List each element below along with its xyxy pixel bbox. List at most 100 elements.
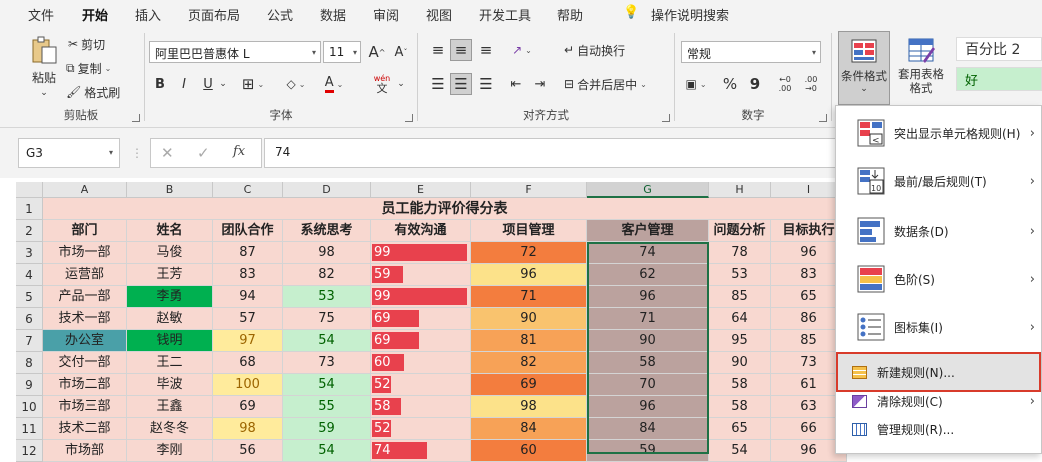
align-right-icon[interactable]: ☰ bbox=[476, 73, 496, 95]
row-header-1[interactable]: 1 bbox=[16, 198, 43, 220]
data-cell[interactable]: 69 bbox=[471, 374, 587, 396]
fill-color-button[interactable]: ◇ ⌄ bbox=[279, 73, 313, 95]
data-cell[interactable]: 71 bbox=[471, 286, 587, 308]
paste-icon[interactable] bbox=[24, 33, 64, 67]
data-cell[interactable]: 59 bbox=[587, 440, 709, 462]
data-cell[interactable]: 办公室 bbox=[43, 330, 127, 352]
data-cell[interactable]: 71 bbox=[587, 308, 709, 330]
data-cell[interactable]: 96 bbox=[587, 286, 709, 308]
data-cell[interactable]: 59 bbox=[371, 264, 471, 286]
wrap-text-button[interactable]: ↵ 自动换行 bbox=[564, 39, 625, 61]
column-header-A[interactable]: A bbox=[43, 182, 127, 198]
data-cell[interactable]: 65 bbox=[709, 418, 771, 440]
data-cell[interactable]: 98 bbox=[471, 396, 587, 418]
data-cell[interactable]: 54 bbox=[283, 374, 371, 396]
data-cell[interactable]: 55 bbox=[283, 396, 371, 418]
shrink-font-button[interactable]: Aˇ bbox=[391, 41, 411, 63]
style-percent-2[interactable]: 百分比 2 bbox=[956, 37, 1042, 61]
column-header-D[interactable]: D bbox=[283, 182, 371, 198]
align-left-icon[interactable]: ☰ bbox=[428, 73, 448, 95]
menu-highlight-rules[interactable]: < 突出显示单元格规则(H) › bbox=[836, 110, 1041, 156]
increase-indent-icon[interactable]: ⇥ bbox=[530, 73, 550, 95]
font-name-select[interactable]: 阿里巴巴普惠体 L ▾ bbox=[149, 41, 321, 63]
font-launcher-icon[interactable] bbox=[405, 114, 413, 122]
menu-manage-rules[interactable]: 管理规则(R)... bbox=[836, 418, 1041, 440]
data-cell[interactable]: 95 bbox=[709, 330, 771, 352]
data-cell[interactable]: 54 bbox=[283, 440, 371, 462]
data-cell[interactable]: 90 bbox=[709, 352, 771, 374]
data-cell[interactable]: 54 bbox=[709, 440, 771, 462]
row-header-3[interactable]: 3 bbox=[16, 242, 43, 264]
data-cell[interactable]: 96 bbox=[471, 264, 587, 286]
header-cell[interactable]: 部门 bbox=[43, 220, 127, 242]
data-cell[interactable]: 60 bbox=[371, 352, 471, 374]
tab-file[interactable]: 文件 bbox=[28, 5, 54, 24]
column-header-G[interactable]: G bbox=[587, 182, 709, 198]
data-cell[interactable]: 赵敏 bbox=[127, 308, 213, 330]
cancel-icon[interactable]: ✕ bbox=[161, 144, 174, 162]
data-cell[interactable]: 70 bbox=[587, 374, 709, 396]
data-cell[interactable]: 李刚 bbox=[127, 440, 213, 462]
comma-style-button[interactable]: 9 bbox=[745, 73, 765, 95]
data-cell[interactable]: 62 bbox=[587, 264, 709, 286]
grow-font-button[interactable]: A ^ bbox=[367, 41, 387, 63]
data-cell[interactable]: 运营部 bbox=[43, 264, 127, 286]
confirm-icon[interactable]: ✓ bbox=[197, 144, 210, 162]
data-cell[interactable]: 64 bbox=[709, 308, 771, 330]
data-cell[interactable]: 毕波 bbox=[127, 374, 213, 396]
data-cell[interactable]: 王二 bbox=[127, 352, 213, 374]
data-cell[interactable]: 58 bbox=[709, 374, 771, 396]
data-cell[interactable]: 99 bbox=[371, 242, 471, 264]
column-header-F[interactable]: F bbox=[471, 182, 587, 198]
menu-top-bottom-rules[interactable]: 10 最前/最后规则(T) › bbox=[836, 158, 1041, 204]
data-cell[interactable]: 马俊 bbox=[127, 242, 213, 264]
header-cell[interactable]: 团队合作 bbox=[213, 220, 283, 242]
column-header-H[interactable]: H bbox=[709, 182, 771, 198]
data-cell[interactable]: 58 bbox=[587, 352, 709, 374]
row-header-6[interactable]: 6 bbox=[16, 308, 43, 330]
copy-button[interactable]: ⧉ 复制 ⌄ bbox=[66, 59, 111, 77]
row-header-12[interactable]: 12 bbox=[16, 440, 43, 462]
header-cell[interactable]: 有效沟通 bbox=[371, 220, 471, 242]
data-cell[interactable]: 74 bbox=[371, 440, 471, 462]
tab-insert[interactable]: 插入 bbox=[135, 5, 161, 24]
data-cell[interactable]: 市场三部 bbox=[43, 396, 127, 418]
italic-button[interactable]: I bbox=[175, 73, 193, 95]
data-cell[interactable]: 98 bbox=[213, 418, 283, 440]
tab-help[interactable]: 帮助 bbox=[557, 5, 583, 24]
data-cell[interactable]: 85 bbox=[709, 286, 771, 308]
data-cell[interactable]: 98 bbox=[283, 242, 371, 264]
insert-function-icon[interactable]: fx bbox=[233, 144, 245, 159]
data-cell[interactable]: 90 bbox=[471, 308, 587, 330]
data-cell[interactable]: 58 bbox=[709, 396, 771, 418]
data-cell[interactable]: 技术一部 bbox=[43, 308, 127, 330]
increase-decimal-button[interactable]: ←0 .00 bbox=[773, 71, 797, 97]
merge-center-button[interactable]: ⊟ 合并后居中 ⌄ bbox=[564, 73, 647, 95]
name-box[interactable]: G3 ▾ bbox=[18, 138, 120, 168]
alignment-launcher-icon[interactable] bbox=[662, 114, 670, 122]
underline-button[interactable]: U bbox=[199, 73, 217, 95]
phonetic-button[interactable]: wén 文 bbox=[371, 71, 393, 97]
data-cell[interactable]: 75 bbox=[283, 308, 371, 330]
data-cell[interactable]: 60 bbox=[471, 440, 587, 462]
row-header-10[interactable]: 10 bbox=[16, 396, 43, 418]
percent-button[interactable]: % bbox=[719, 73, 741, 95]
header-cell[interactable]: 姓名 bbox=[127, 220, 213, 242]
data-cell[interactable]: 王鑫 bbox=[127, 396, 213, 418]
data-cell[interactable]: 53 bbox=[709, 264, 771, 286]
decrease-decimal-button[interactable]: .00 →0 bbox=[799, 71, 823, 97]
menu-new-rule[interactable]: 新建规则(N)... bbox=[836, 352, 1041, 392]
row-header-2[interactable]: 2 bbox=[16, 220, 43, 242]
data-cell[interactable]: 68 bbox=[213, 352, 283, 374]
conditional-format-button[interactable]: 条件格式 ⌄ bbox=[838, 31, 890, 105]
orientation-button[interactable]: ↗ ⌄ bbox=[506, 39, 538, 61]
column-header-C[interactable]: C bbox=[213, 182, 283, 198]
tab-home[interactable]: 开始 bbox=[82, 5, 109, 30]
data-cell[interactable]: 82 bbox=[283, 264, 371, 286]
data-cell[interactable]: 69 bbox=[213, 396, 283, 418]
clipboard-launcher-icon[interactable] bbox=[132, 114, 140, 122]
format-painter-button[interactable]: 🖌 格式刷 bbox=[66, 83, 120, 101]
format-as-table-button[interactable]: 套用表格格式 bbox=[892, 31, 950, 105]
row-header-5[interactable]: 5 bbox=[16, 286, 43, 308]
number-launcher-icon[interactable] bbox=[819, 114, 827, 122]
